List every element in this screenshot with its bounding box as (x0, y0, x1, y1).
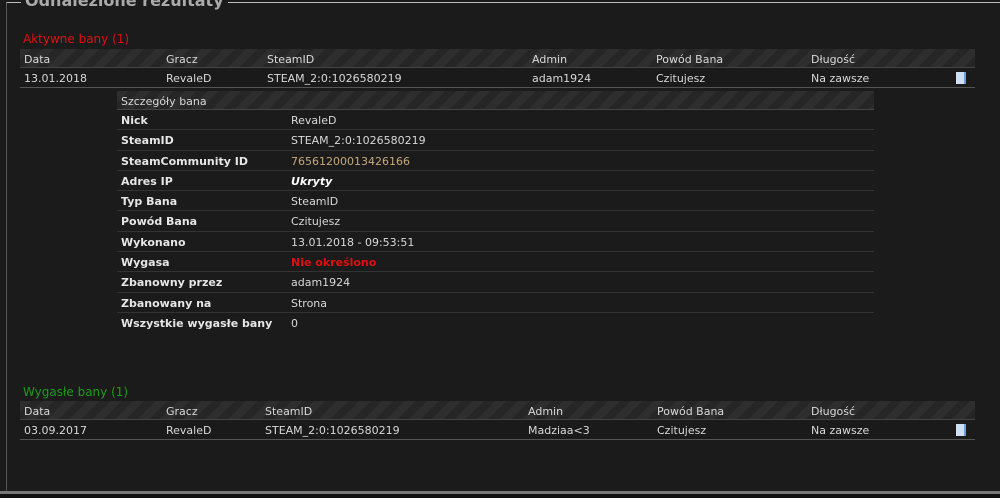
detail-row: Zbanowny przez adam1924 (117, 272, 874, 293)
detail-value: 0 (291, 316, 298, 330)
col-admin: Admin (528, 405, 564, 418)
active-bans-table: Data Gracz SteamID Admin Powód Bana Dług… (20, 49, 975, 88)
col-dlugosc: Długość (811, 53, 856, 66)
detail-key: Typ Bana (121, 195, 178, 209)
cell-length: Na zawsze (811, 72, 870, 85)
detail-value: 76561200013426166 (291, 154, 410, 168)
detail-value: Nie określono (291, 256, 377, 270)
table-row[interactable]: 13.01.2018 RevaleD STEAM_2:0:1026580219 … (20, 68, 975, 88)
detail-row: Nick RevaleD (117, 110, 874, 131)
col-admin: Admin (532, 53, 568, 66)
col-steamid: SteamID (267, 53, 315, 66)
detail-key: Powód Bana (121, 215, 198, 229)
document-icon[interactable] (956, 424, 966, 436)
col-data: Data (24, 53, 51, 66)
col-data: Data (24, 405, 51, 418)
detail-row: Wykonano 13.01.2018 - 09:53:51 (117, 232, 874, 253)
detail-row: Typ Bana SteamID (117, 191, 874, 212)
ban-details: Szczegóły bana Nick RevaleD SteamID STEAM_2… (117, 91, 874, 333)
table-header: Data Gracz SteamID Admin Powód Bana Dług… (20, 49, 975, 68)
detail-key: Nick (121, 114, 148, 127)
detail-key: Wykonano (121, 235, 186, 249)
cell-date: 13.01.2018 (24, 72, 87, 85)
detail-key: Wygasa (121, 256, 170, 270)
cell-admin: adam1924 (532, 72, 592, 85)
cell-date: 03.09.2017 (24, 424, 87, 437)
cell-steamid: STEAM_2:0:1026580219 (267, 72, 402, 85)
detail-row: Powód Bana Czitujesz (117, 211, 874, 232)
footer-strip (0, 494, 1000, 498)
cell-player: RevaleD (166, 424, 212, 437)
col-dlugosc: Długość (811, 405, 856, 418)
col-powod: Powód Bana (657, 405, 725, 418)
detail-value: adam1924 (291, 276, 351, 290)
col-gracz: Gracz (166, 405, 198, 418)
detail-value: STEAM_2:0:1026580219 (291, 134, 426, 148)
active-bans-label: Aktywne bany (1) (23, 32, 130, 46)
cell-length: Na zawsze (811, 424, 870, 437)
cell-admin: Madziaa<3 (528, 424, 590, 437)
col-gracz: Gracz (166, 53, 198, 66)
expired-bans-table: Data Gracz SteamID Admin Powód Bana Dług… (20, 401, 975, 440)
detail-key: SteamID (121, 134, 174, 148)
table-row[interactable]: 03.09.2017 RevaleD STEAM_2:0:1026580219 … (20, 420, 975, 440)
detail-value: RevaleD (291, 114, 337, 127)
detail-key: SteamCommunity ID (121, 154, 248, 168)
detail-key: Adres IP (121, 174, 173, 188)
fieldset-title: Odnalezione rezultaty (21, 0, 228, 10)
details-header: Szczegóły bana (117, 91, 874, 110)
detail-value: Ukryty (291, 174, 333, 188)
detail-key: Zbanowny przez (121, 276, 223, 290)
col-steamid: SteamID (265, 405, 313, 418)
cell-player: RevaleD (166, 72, 212, 85)
document-icon[interactable] (956, 72, 966, 84)
expired-bans-label: Wygasłe bany (1) (23, 385, 129, 399)
detail-value: 13.01.2018 - 09:53:51 (291, 235, 415, 249)
detail-value: Czitujesz (291, 215, 341, 229)
details-title: Szczegóły bana (121, 95, 207, 108)
detail-row: SteamCommunity ID 76561200013426166 (117, 151, 874, 171)
detail-value: Strona (291, 296, 328, 310)
detail-row: SteamID STEAM_2:0:1026580219 (117, 130, 874, 151)
detail-row: Wygasa Nie określono (117, 252, 874, 273)
col-powod: Powód Bana (656, 53, 724, 66)
detail-key: Zbanowany na (121, 296, 212, 310)
table-header: Data Gracz SteamID Admin Powód Bana Dług… (20, 401, 975, 420)
detail-row: Wszystkie wygasłe bany 0 (117, 313, 874, 333)
detail-key: Wszystkie wygasłe bany (121, 316, 273, 330)
cell-reason: Czitujesz (657, 424, 707, 437)
cell-reason: Czitujesz (656, 72, 706, 85)
detail-row: Zbanowany na Strona (117, 293, 874, 313)
detail-row: Adres IP Ukryty (117, 171, 874, 192)
detail-value: SteamID (291, 195, 339, 209)
cell-steamid: STEAM_2:0:1026580219 (265, 424, 400, 437)
